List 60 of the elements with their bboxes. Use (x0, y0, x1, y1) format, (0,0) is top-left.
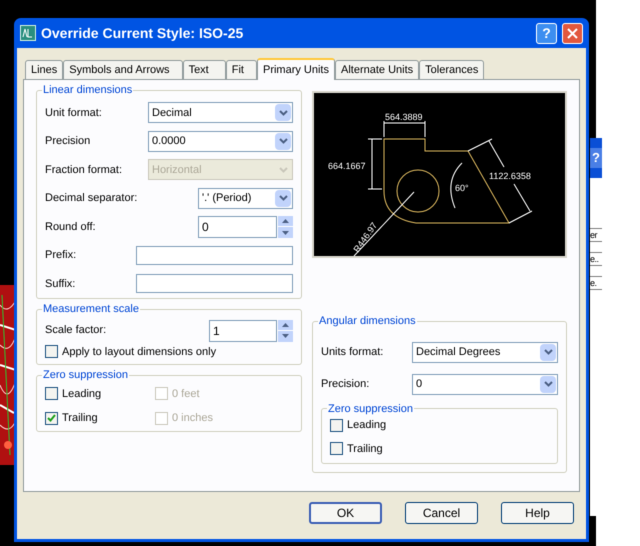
field-label: Fraction format: (45, 162, 122, 178)
field-label: Units format: (321, 344, 384, 360)
spin-buttons[interactable] (278, 216, 293, 238)
dialog-button[interactable]: Cancel (405, 502, 478, 524)
dialog-button[interactable]: Help (501, 502, 574, 524)
tab[interactable]: Primary Units (256, 58, 335, 80)
checkbox-label: Leading (347, 418, 386, 433)
dimension-text: 1122.6358 (489, 171, 531, 181)
group-title: Angular dimensions (318, 314, 417, 329)
field-label: Scale factor: (45, 323, 106, 338)
dropdown[interactable]: '.' (Period) (198, 188, 293, 209)
checkbox[interactable] (45, 387, 58, 400)
close-button[interactable] (562, 22, 583, 44)
dimension-text: 664.1667 (328, 161, 366, 171)
close-icon (567, 28, 578, 38)
field-label: Unit format: (45, 106, 102, 120)
checkbox[interactable] (45, 412, 58, 425)
field-label: Suffix: (45, 276, 76, 292)
dropdown[interactable]: Decimal (148, 102, 293, 124)
checkbox[interactable] (330, 418, 343, 432)
tab[interactable]: Lines (25, 60, 64, 79)
group-title: Zero suppression (42, 368, 129, 383)
tab[interactable]: Fit (226, 60, 257, 79)
input-field[interactable] (136, 246, 293, 265)
checkbox-label: 0 inches (172, 411, 213, 426)
field-label: Precision: (321, 376, 370, 392)
dropdown[interactable]: 0.0000 (148, 130, 293, 152)
field-label: Decimal separator: (45, 191, 138, 206)
checkbox-label: Trailing (347, 442, 383, 456)
tab[interactable]: Alternate Units (335, 60, 420, 79)
dropdown[interactable]: 0 (412, 374, 558, 394)
field-label: Round off: (45, 220, 96, 234)
input-field[interactable] (136, 274, 293, 294)
checkbox-label: Apply to layout dimensions only (62, 344, 216, 360)
group-title: Measurement scale (42, 302, 140, 317)
checkbox-label: 0 feet (172, 386, 200, 402)
dimension-text: 60° (455, 183, 469, 193)
tab[interactable]: Tolerances (419, 60, 484, 79)
text-fragment: er (590, 228, 602, 242)
app-icon (20, 25, 36, 41)
text-fragment: e.. (590, 252, 602, 266)
checkbox[interactable] (45, 345, 58, 358)
field-label: Prefix: (45, 248, 76, 263)
text-fragment: e. (590, 276, 602, 290)
dropdown[interactable]: Decimal Degrees (412, 342, 558, 362)
spinner-field[interactable]: 0 (198, 216, 277, 238)
dimension-text: 564.3889 (385, 112, 423, 122)
group-title: Zero suppression (327, 402, 414, 416)
window-title: Override Current Style: ISO-25 (41, 24, 244, 43)
checkbox[interactable] (330, 442, 343, 456)
dialog-button[interactable]: OK (309, 502, 382, 524)
checkbox-label: Trailing (62, 411, 98, 426)
checkbox-label: Leading (62, 386, 102, 402)
field-label: Precision (45, 134, 90, 149)
spin-buttons[interactable] (278, 320, 293, 342)
group-title: Linear dimensions (42, 83, 134, 98)
tab[interactable]: Symbols and Arrows (63, 60, 183, 79)
spinner-field[interactable]: 1 (209, 320, 277, 342)
help-button[interactable]: ? (590, 148, 602, 168)
tab[interactable]: Text (182, 60, 226, 79)
